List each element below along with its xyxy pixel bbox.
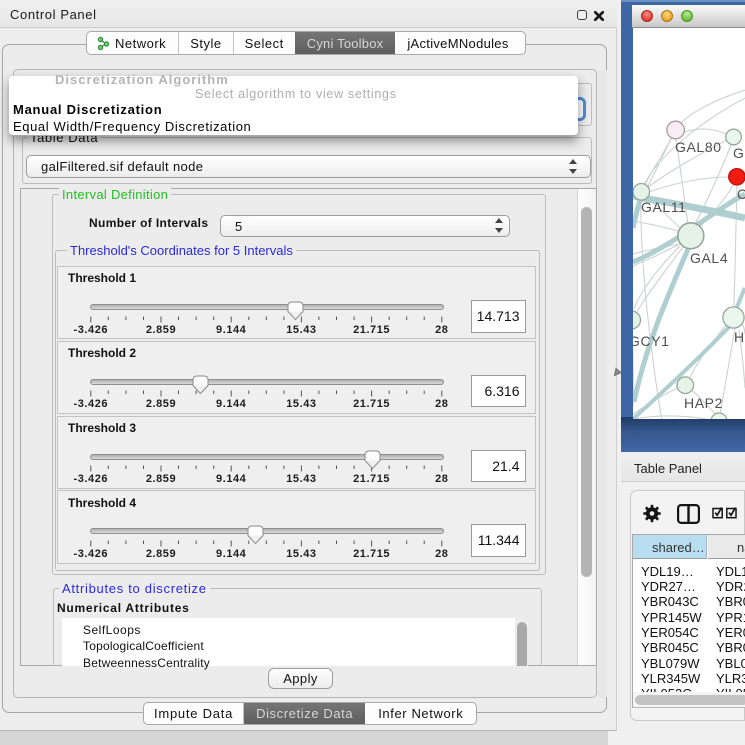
svg-text:GAL4: GAL4 [690, 250, 728, 266]
svg-text:H: H [734, 329, 745, 345]
svg-text:HAP2: HAP2 [684, 395, 723, 411]
svg-text:G.: G. [733, 145, 745, 161]
svg-text:C: C [737, 186, 745, 202]
svg-text:GAL80: GAL80 [675, 139, 722, 155]
svg-text:GCY1: GCY1 [633, 333, 670, 349]
svg-text:GAL11: GAL11 [641, 199, 687, 215]
